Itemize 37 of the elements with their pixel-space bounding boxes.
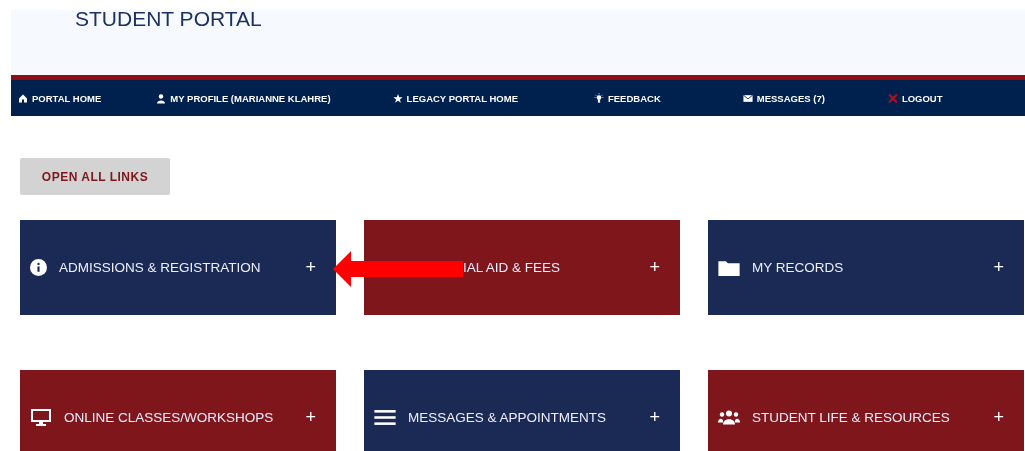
nav-link[interactable]: FEEDBACK: [594, 92, 661, 104]
expand-icon[interactable]: +: [993, 257, 1004, 278]
nav-link[interactable]: PORTAL HOME: [18, 92, 102, 104]
nav-link[interactable]: LEGACY PORTAL HOME: [392, 92, 518, 104]
envelope-icon: [742, 92, 753, 104]
home-icon: [18, 92, 28, 104]
tile-label: MESSAGES & APPOINTMENTS: [408, 410, 608, 425]
tile-label: IAL AID & FEES: [463, 260, 562, 275]
category-tile[interactable]: MESSAGES & APPOINTMENTS +: [364, 370, 680, 451]
expand-icon[interactable]: +: [993, 407, 1004, 428]
expand-icon[interactable]: +: [305, 257, 316, 278]
expand-icon[interactable]: +: [649, 407, 660, 428]
monitor-icon: [30, 409, 52, 426]
open-all-links-button[interactable]: OPEN ALL LINKS: [20, 158, 170, 195]
users-icon: [718, 409, 740, 426]
close-icon: [887, 92, 898, 104]
tile-label: ONLINE CLASSES/WORKSHOPS: [64, 410, 275, 425]
tile-label: MY RECORDS: [752, 260, 845, 275]
expand-icon[interactable]: +: [305, 407, 316, 428]
nav-link[interactable]: LOGOUT: [887, 92, 943, 104]
category-tile[interactable]: ADMISSIONS & REGISTRATION +: [20, 220, 336, 315]
lightbulb-icon: [594, 92, 604, 104]
category-tile[interactable]: ONLINE CLASSES/WORKSHOPS +: [20, 370, 336, 451]
category-tile[interactable]: STUDENT LIFE & RESOURCES +: [708, 370, 1024, 451]
expand-icon[interactable]: +: [649, 257, 660, 278]
tile-label: STUDENT LIFE & RESOURCES: [752, 410, 951, 425]
portal-title: STUDENT PORTAL: [75, 7, 262, 31]
nav-link[interactable]: MY PROFILE (MARIANNE KLAHRE): [156, 92, 331, 104]
category-tile[interactable]: MY RECORDS +: [708, 220, 1024, 315]
tile-label: ADMISSIONS & REGISTRATION: [59, 260, 262, 275]
list-icon: [374, 409, 396, 426]
category-tile[interactable]: IAL AID & FEES +: [364, 220, 680, 315]
info-icon: [30, 259, 47, 276]
nav-link[interactable]: MESSAGES (7): [742, 92, 825, 104]
folder-icon: [718, 259, 740, 276]
person-icon: [156, 92, 167, 104]
star-icon: [392, 92, 403, 104]
